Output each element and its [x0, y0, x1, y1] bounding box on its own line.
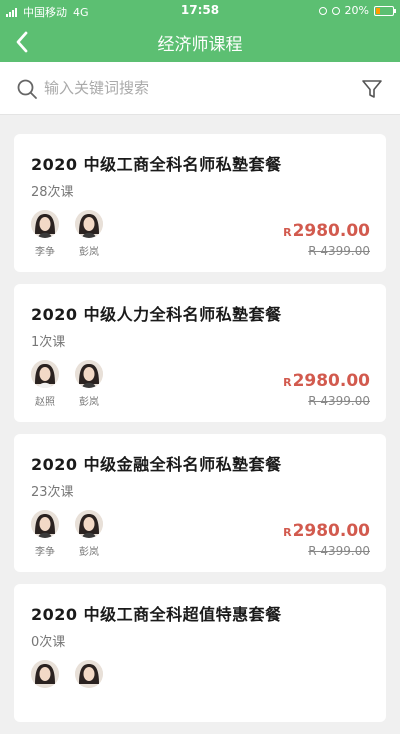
original-price: R 4399.00 — [308, 244, 370, 258]
teacher[interactable]: 李争 — [31, 210, 59, 258]
page-title: 经济师课程 — [157, 35, 243, 55]
course-title: 2020 中级人力全科名师私塾套餐 — [31, 305, 282, 324]
teacher-name: 彭岚 — [79, 547, 99, 558]
status-right: 20% — [318, 4, 396, 17]
avatar — [75, 210, 103, 238]
currency-symbol: R — [283, 376, 292, 389]
teacher-avatar-icon — [31, 510, 59, 538]
teacher[interactable]: 彭岚 — [75, 210, 103, 258]
course-card[interactable]: 2020 中级金融全科名师私塾套餐 23次课 李争 彭岚 R2980.00 R … — [14, 434, 386, 572]
lesson-count: 23次课 — [31, 485, 74, 500]
teacher[interactable]: 赵照 — [31, 360, 59, 408]
teacher-avatar-icon — [75, 360, 103, 388]
avatar — [31, 510, 59, 538]
teacher-list — [31, 660, 103, 693]
battery-icon — [374, 5, 396, 16]
lesson-count: 1次课 — [31, 335, 66, 350]
teacher-name: 赵照 — [35, 397, 55, 408]
currency-symbol: R — [283, 526, 292, 539]
original-price: R 4399.00 — [308, 394, 370, 408]
teacher-name: 彭岚 — [79, 397, 99, 408]
teacher-name: 李争 — [35, 547, 55, 558]
teacher-list: 赵照 彭岚 — [31, 360, 103, 408]
course-price: R2980.00 — [283, 371, 370, 391]
price-value: 2980.00 — [292, 521, 370, 541]
course-title: 2020 中级工商全科超值特惠套餐 — [31, 605, 282, 624]
avatar — [31, 660, 59, 688]
top-bar: 中国移动 4G 17:58 20% 经济师课程 — [0, 0, 400, 62]
teacher-avatar-icon — [31, 360, 59, 388]
course-title: 2020 中级工商全科名师私塾套餐 — [31, 155, 282, 174]
course-card[interactable]: 2020 中级工商全科名师私塾套餐 28次课 李争 彭岚 R2980.00 R … — [14, 134, 386, 272]
search-input[interactable] — [44, 75, 344, 101]
alarm-icon — [331, 6, 340, 15]
teacher[interactable] — [31, 660, 59, 693]
teacher-avatar-icon — [31, 210, 59, 238]
teacher[interactable]: 彭岚 — [75, 360, 103, 408]
teacher[interactable] — [75, 660, 103, 693]
status-bar: 中国移动 4G 17:58 20% — [0, 0, 400, 22]
teacher-list: 李争 彭岚 — [31, 510, 103, 558]
teacher-avatar-icon — [75, 510, 103, 538]
course-price — [369, 671, 370, 691]
lesson-count: 28次课 — [31, 185, 74, 200]
teacher[interactable]: 彭岚 — [75, 510, 103, 558]
course-card[interactable]: 2020 中级人力全科名师私塾套餐 1次课 赵照 彭岚 R2980.00 R 4… — [14, 284, 386, 422]
course-price: R2980.00 — [283, 521, 370, 541]
course-list: 2020 中级工商全科名师私塾套餐 28次课 李争 彭岚 R2980.00 R … — [14, 134, 386, 734]
course-title: 2020 中级金融全科名师私塾套餐 — [31, 455, 282, 474]
price-value: 2980.00 — [292, 371, 370, 391]
teacher-name: 彭岚 — [79, 247, 99, 258]
nav-bar: 经济师课程 — [0, 22, 400, 62]
search-icon — [17, 79, 37, 99]
teacher-avatar-icon — [75, 210, 103, 238]
teacher-list: 李争 彭岚 — [31, 210, 103, 258]
course-price: R2980.00 — [283, 221, 370, 241]
original-price: R 4399.00 — [308, 544, 370, 558]
course-card[interactable]: 2020 中级工商全科超值特惠套餐 0次课 — [14, 584, 386, 722]
avatar — [31, 360, 59, 388]
avatar — [75, 660, 103, 688]
teacher-avatar-icon — [75, 660, 103, 688]
search-bar — [0, 62, 400, 115]
filter-icon[interactable] — [360, 77, 384, 101]
teacher-name: 李争 — [35, 247, 55, 258]
battery-percent: 20% — [344, 4, 369, 17]
teacher[interactable]: 李争 — [31, 510, 59, 558]
rotation-lock-icon — [318, 6, 327, 15]
currency-symbol: R — [283, 226, 292, 239]
avatar — [31, 210, 59, 238]
avatar — [75, 510, 103, 538]
lesson-count: 0次课 — [31, 635, 66, 650]
avatar — [75, 360, 103, 388]
teacher-avatar-icon — [31, 660, 59, 688]
price-value: 2980.00 — [292, 221, 370, 241]
